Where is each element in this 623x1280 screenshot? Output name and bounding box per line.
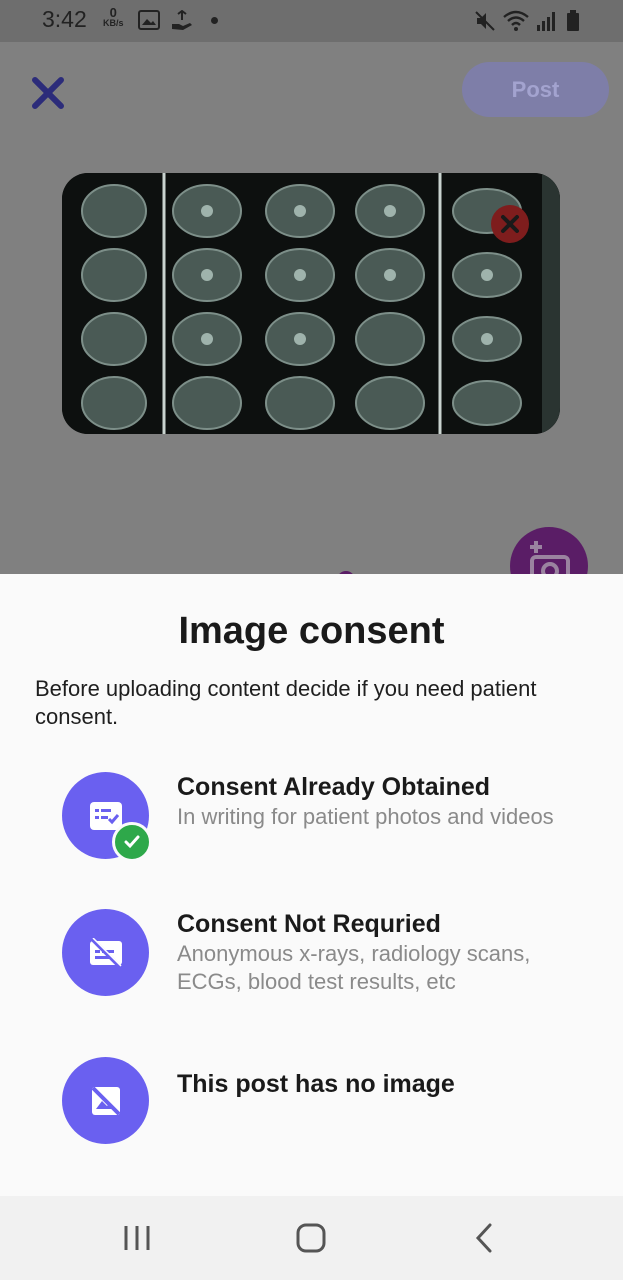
battery-icon	[567, 10, 579, 31]
signal-icon	[537, 12, 555, 31]
attached-image-preview	[62, 173, 560, 434]
status-time: 3:42	[42, 6, 87, 32]
back-icon[interactable]	[472, 1222, 496, 1254]
compose-post-screen: Post	[0, 42, 623, 574]
remove-image-icon	[501, 215, 519, 233]
option-title: Consent Not Requried	[177, 910, 441, 938]
option-no-image[interactable]: This post has no image	[62, 1057, 602, 1147]
consent-option-icon-circle	[62, 909, 149, 996]
option-subtitle: Anonymous x-rays, radiology scans, ECGs,…	[177, 941, 531, 994]
ct-scan-image	[62, 173, 560, 434]
option-consent-obtained[interactable]: Consent Already Obtained In writing for …	[62, 772, 602, 862]
consent-option-icon-circle	[62, 1057, 149, 1144]
check-icon	[124, 835, 140, 849]
option-title: This post has no image	[177, 1070, 455, 1098]
sheet-description: Before uploading content decide if you n…	[35, 676, 537, 729]
network-speed-unit: KB/s	[103, 18, 124, 28]
add-photo-icon	[530, 541, 570, 574]
wifi-icon	[503, 10, 529, 31]
remove-image-button[interactable]	[491, 205, 529, 243]
mute-icon	[475, 11, 495, 31]
gallery-icon	[138, 10, 160, 30]
network-speed-value: 0	[109, 5, 117, 20]
notification-dot	[211, 17, 218, 24]
no-consent-card-icon	[89, 937, 122, 968]
option-consent-not-required[interactable]: Consent Not Requried Anonymous x-rays, r…	[62, 909, 602, 999]
hand-icon	[172, 10, 192, 30]
add-photo-button[interactable]	[510, 527, 588, 574]
home-icon[interactable]	[295, 1222, 327, 1254]
system-nav-bar	[0, 1196, 623, 1280]
status-bar: 3:42 0 KB/s	[0, 0, 623, 42]
close-icon[interactable]	[31, 76, 65, 110]
network-speed: 0 KB/s	[103, 5, 124, 28]
selected-check-badge	[112, 822, 152, 862]
no-image-icon	[91, 1086, 120, 1115]
option-subtitle: In writing for patient photos and videos	[177, 804, 554, 829]
consent-document-icon	[89, 801, 122, 830]
option-title: Consent Already Obtained	[177, 773, 491, 801]
post-button[interactable]: Post	[462, 62, 609, 117]
image-consent-sheet: Image consent Before uploading content d…	[0, 574, 623, 1196]
recent-apps-icon[interactable]	[122, 1222, 152, 1254]
sheet-title: Image consent	[178, 610, 445, 652]
